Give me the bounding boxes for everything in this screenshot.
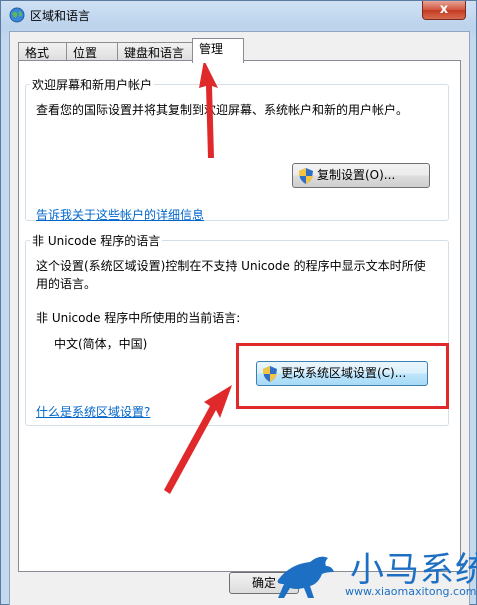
copy-settings-button[interactable]: 复制设置(O)... [292,163,430,188]
uac-shield-icon [299,168,313,184]
non-unicode-description-line2: 用的语言。 [36,277,97,291]
non-unicode-legend: 非 Unicode 程序的语言 [32,234,161,248]
tab-location[interactable]: 位置 [66,42,118,62]
dialog-client: 格式 位置 键盘和语言 管理 欢迎屏幕和新用户帐户 查看您的国际设置并将其复制到… [9,31,470,605]
copy-settings-label: 复制设置(O)... [317,168,396,182]
non-unicode-description-line1: 这个设置(系统区域设置)控制在不支持 Unicode 的程序中显示文本时所使 [36,259,426,273]
tab-keyboards-languages[interactable]: 键盘和语言 [117,42,195,62]
account-details-link[interactable]: 告诉我关于这些帐户的详细信息 [36,206,204,223]
region-language-window: 区域和语言 x 格式 位置 键盘和语言 管理 欢迎屏幕和新用户帐户 查看您的国际… [0,0,477,605]
welcome-description: 查看您的国际设置并将其复制到欢迎屏幕、系统帐户和新的用户帐户。 [36,103,409,117]
system-locale-help-link[interactable]: 什么是系统区域设置? [36,403,150,420]
window-title: 区域和语言 [30,9,91,23]
tab-formats[interactable]: 格式 [18,42,67,62]
welcome-group-legend: 欢迎屏幕和新用户帐户 [32,78,153,92]
watermark: 小马系统 www.xiaomaxitong.com [270,540,477,605]
watermark-url: www.xiaomaxitong.com [345,585,477,598]
current-language-label: 非 Unicode 程序中所使用的当前语言: [36,311,241,325]
title-bar[interactable]: 区域和语言 x [1,1,476,29]
watermark-title: 小马系统 [350,550,477,590]
highlight-box [236,343,449,409]
globe-icon [9,7,25,23]
administrative-panel: 欢迎屏幕和新用户帐户 查看您的国际设置并将其复制到欢迎屏幕、系统帐户和新的用户帐… [18,60,461,572]
current-language-value: 中文(简体，中国) [54,337,148,351]
welcome-screen-group: 欢迎屏幕和新用户帐户 查看您的国际设置并将其复制到欢迎屏幕、系统帐户和新的用户帐… [25,76,449,223]
horse-logo-icon [277,556,334,598]
close-icon: x [439,2,449,17]
tab-administrative[interactable]: 管理 [192,38,244,63]
close-button[interactable]: x [422,1,466,20]
